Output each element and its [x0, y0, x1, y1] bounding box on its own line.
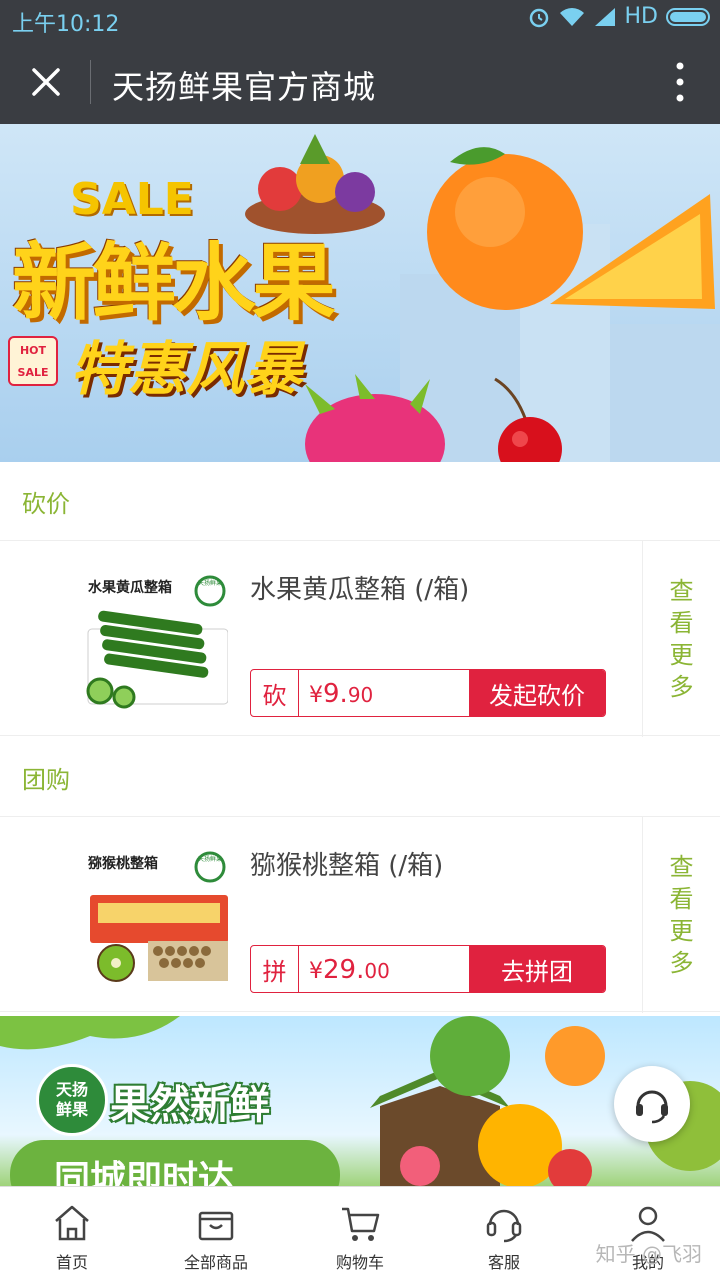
floating-support-button[interactable] — [614, 1066, 690, 1142]
price-integer: 9. — [323, 679, 348, 709]
section-title-group-buy: 团购 — [0, 738, 720, 816]
price-value: ¥ 29. 00 — [299, 946, 469, 992]
title-divider — [90, 60, 91, 104]
bargain-product-card[interactable]: 水果黄瓜整箱 天扬鲜果 水果黄瓜整箱 (/箱) 砍 ¥ 9. 90 发起砍价 查… — [0, 540, 720, 737]
orange-slice-icon — [550, 194, 715, 309]
brand-mark: 天扬鲜果 — [198, 580, 223, 587]
cherry-icon — [494, 377, 562, 462]
tab-label: 全部商品 — [183, 1253, 248, 1272]
network-type: HD — [624, 4, 658, 29]
headset-icon — [636, 1090, 668, 1124]
product-image-caption: 水果黄瓜整箱 — [88, 580, 172, 596]
wifi-icon — [559, 7, 584, 26]
watermark-text: 知乎 @飞羽 — [595, 1242, 702, 1266]
banner-slogan: 果然新鲜 — [110, 1082, 270, 1128]
group-buy-product-card[interactable]: 猕猴桃整箱 天扬鲜果 猕猴桃整箱 (/箱) 拼 ¥ 29. 00 去拼团 查 看… — [0, 816, 720, 1013]
delivery-banner[interactable]: 天扬 鲜果 果然新鲜 同城即时达 — [0, 1016, 720, 1186]
banner-headline: 新鲜水果 — [12, 234, 336, 332]
product-image-caption: 猕猴桃整箱 — [88, 856, 158, 872]
bargain-tag: 砍 — [251, 670, 299, 716]
tab-label: 客服 — [487, 1253, 520, 1272]
home-icon — [55, 1205, 89, 1241]
tab-all-products[interactable]: 全部商品 — [144, 1187, 288, 1280]
section-title-bargain: 砍价 — [0, 462, 720, 540]
price-currency: ¥ — [309, 959, 323, 984]
group-tag: 拼 — [251, 946, 299, 992]
product-name[interactable]: 水果黄瓜整箱 (/箱) — [250, 569, 469, 606]
tab-customer-service[interactable]: 客服 — [432, 1187, 576, 1280]
price-decimal: 00 — [364, 959, 390, 983]
start-bargain-button[interactable]: 发起砍价 — [469, 670, 605, 716]
promo-banner[interactable]: SALE 新鲜水果 特惠风暴 HOT SALE — [0, 124, 720, 462]
tab-home[interactable]: 首页 — [0, 1187, 144, 1280]
title-bar: 天扬鲜果官方商城 — [0, 40, 720, 124]
cart-icon — [342, 1207, 380, 1241]
banner-subline: 特惠风暴 — [70, 335, 303, 403]
view-more-bargain[interactable]: 查 看 更 多 — [642, 541, 720, 737]
tab-cart[interactable]: 购物车 — [288, 1187, 432, 1280]
brand-logo: 天扬 鲜果 — [36, 1064, 108, 1136]
battery-icon — [666, 7, 710, 26]
tab-label: 购物车 — [335, 1253, 384, 1272]
app-page: 上午10:12 HD 天扬鲜果官方商城 SALE 新鲜水果 特惠风暴 HOT S… — [0, 0, 720, 1280]
tab-label: 首页 — [55, 1253, 88, 1272]
bargain-price-box: 砍 ¥ 9. 90 发起砍价 — [250, 669, 606, 717]
product-name[interactable]: 猕猴桃整箱 (/箱) — [250, 845, 443, 882]
status-icons: HD — [527, 4, 710, 29]
banner-delivery-text: 同城即时达 — [54, 1159, 235, 1186]
alarm-icon — [529, 8, 548, 27]
brand-mark: 天扬鲜果 — [198, 856, 223, 863]
headset-icon — [486, 1209, 522, 1243]
price-integer: 29. — [323, 955, 365, 985]
dragonfruit-icon — [305, 374, 445, 462]
status-time: 上午10:12 — [12, 12, 120, 37]
hot-sale-badge: HOT SALE — [8, 336, 58, 386]
view-more-group-buy[interactable]: 查 看 更 多 — [642, 817, 720, 1013]
signal-icon — [594, 7, 615, 26]
group-price-box: 拼 ¥ 29. 00 去拼团 — [250, 945, 606, 993]
price-currency: ¥ — [309, 683, 323, 708]
join-group-button[interactable]: 去拼团 — [469, 946, 605, 992]
price-decimal: 90 — [347, 683, 374, 707]
status-bar: 上午10:12 HD — [0, 0, 720, 40]
price-value: ¥ 9. 90 — [299, 670, 469, 716]
close-icon[interactable] — [22, 58, 70, 106]
page-title: 天扬鲜果官方商城 — [112, 68, 377, 106]
more-menu-icon[interactable] — [670, 60, 690, 104]
shopping-bag-icon — [198, 1211, 234, 1241]
